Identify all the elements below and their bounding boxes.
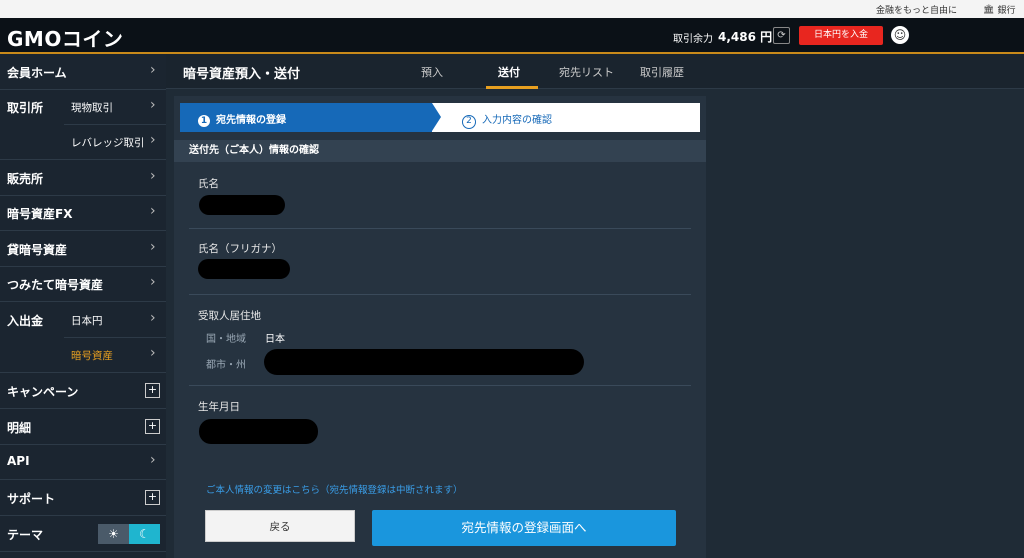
plus-icon: + xyxy=(145,419,160,434)
furigana-label: 氏名（フリガナ） xyxy=(198,243,282,255)
form-card: 1 宛先情報の登録 2 入力内容の確認 送付先（ご本人）情報の確認 氏名 氏名（フリ… xyxy=(174,96,706,558)
step-1-number: 1 xyxy=(198,115,210,127)
sidebar-item-details[interactable]: 明細 + xyxy=(0,409,166,445)
deposit-jpy-button[interactable]: 日本円を入金 xyxy=(799,26,883,45)
sidebar-subitem-leverage[interactable]: レバレッジ取引 xyxy=(71,135,145,150)
chevron-right-icon: › xyxy=(150,239,156,255)
bank-icon: 🏛 xyxy=(983,4,995,15)
sidebar-item-label: 明細 xyxy=(7,421,32,435)
page-title: 暗号資産預入・送付 xyxy=(183,67,301,82)
step-2-label: 入力内容の確認 xyxy=(482,115,552,126)
chevron-right-icon: › xyxy=(150,452,156,468)
sidebar-item-exchange[interactable]: 取引所 現物取引 › xyxy=(0,89,166,125)
name-value-redacted xyxy=(199,195,285,215)
sidebar-item-lending[interactable]: 貸暗号資産 › xyxy=(0,231,166,267)
divider xyxy=(189,385,691,386)
section-header: 送付先（ご本人）情報の確認 xyxy=(174,140,706,162)
sidebar: 会員ホーム › 取引所 現物取引 › レバレッジ取引 › 販売所 › 暗号資産F… xyxy=(0,54,166,558)
divider xyxy=(189,228,691,229)
bank-link[interactable]: 🏛 銀行 xyxy=(983,3,1016,17)
country-value: 日本 xyxy=(265,334,285,345)
main-header: 暗号資産預入・送付 預入 送付 宛先リスト 取引履歴 xyxy=(166,54,1024,89)
chevron-right-icon: › xyxy=(150,168,156,184)
chevron-right-icon: › xyxy=(150,62,156,78)
sidebar-item-label: 暗号資産FX xyxy=(7,207,73,221)
tagline: 金融をもっと自由に xyxy=(876,6,958,16)
sidebar-item-label: 取引所 xyxy=(7,101,44,115)
user-avatar-icon[interactable]: ☺ xyxy=(891,26,909,44)
sidebar-item-label: キャンペーン xyxy=(7,385,79,399)
section-title: 送付先（ご本人）情報の確認 xyxy=(189,145,319,156)
plus-icon: + xyxy=(145,490,160,505)
active-tab-indicator xyxy=(486,86,538,89)
chevron-right-icon: › xyxy=(150,274,156,290)
country-label: 国・地域 xyxy=(206,334,246,345)
sidebar-subitem-spot[interactable]: 現物取引 xyxy=(71,100,113,115)
header: GMOコイン 取引余力 4,486 円 ⟳ 日本円を入金 ☺ xyxy=(0,18,1024,54)
address-label: 受取人居住地 xyxy=(198,310,261,322)
dob-value-redacted xyxy=(199,419,318,444)
sidebar-item-label: サポート xyxy=(7,492,56,506)
chevron-right-icon: › xyxy=(150,203,156,219)
theme-toggle[interactable]: ☀ ☾ xyxy=(98,524,160,544)
sidebar-item-crypto[interactable]: 暗号資産 › xyxy=(0,337,166,373)
sidebar-item-label: 会員ホーム xyxy=(7,66,67,80)
sidebar-item-label: つみたて暗号資産 xyxy=(7,278,104,292)
sidebar-item-leverage[interactable]: レバレッジ取引 › xyxy=(0,124,166,160)
tab-history[interactable]: 取引履歴 xyxy=(640,64,684,80)
sidebar-item-member-home[interactable]: 会員ホーム › xyxy=(0,54,166,90)
sidebar-item-label: 貸暗号資産 xyxy=(7,243,68,257)
furigana-value-redacted xyxy=(198,259,290,279)
chevron-right-icon: › xyxy=(150,345,156,361)
sidebar-item-label: 入出金 xyxy=(7,314,44,328)
sidebar-item-crypto-fx[interactable]: 暗号資産FX › xyxy=(0,195,166,231)
sidebar-subitem-jpy[interactable]: 日本円 xyxy=(71,313,103,328)
step-1-label: 宛先情報の登録 xyxy=(216,115,286,126)
chevron-right-icon: › xyxy=(150,97,156,113)
step-2-number: 2 xyxy=(462,115,476,129)
balance-label: 取引余力 xyxy=(673,34,713,45)
proceed-button[interactable]: 宛先情報の登録画面へ xyxy=(372,510,676,546)
sidebar-item-sales[interactable]: 販売所 › xyxy=(0,160,166,196)
city-value-redacted xyxy=(264,349,584,375)
sidebar-item-tsumitate[interactable]: つみたて暗号資産 › xyxy=(0,266,166,302)
dob-label: 生年月日 xyxy=(198,401,240,413)
top-utility-bar: 金融をもっと自由に 🏛 銀行 xyxy=(0,0,1024,18)
logo-text: GMOコイン xyxy=(7,27,124,51)
sidebar-item-api[interactable]: API › xyxy=(0,444,166,480)
bank-label: 銀行 xyxy=(997,6,1016,16)
balance-value: 4,486 円 xyxy=(718,30,773,44)
chevron-right-icon: › xyxy=(150,132,156,148)
moon-icon[interactable]: ☾ xyxy=(129,524,160,544)
sidebar-item-theme: テーマ ☀ ☾ xyxy=(0,516,166,552)
change-info-link[interactable]: ご本人情報の変更はこちら（宛先情報登録は中断されます） xyxy=(206,482,463,496)
sidebar-item-label: テーマ xyxy=(7,528,44,542)
tab-send[interactable]: 送付 xyxy=(498,64,520,80)
sidebar-item-label: 販売所 xyxy=(7,172,44,186)
chevron-right-icon: › xyxy=(150,310,156,326)
tab-address-list[interactable]: 宛先リスト xyxy=(559,64,614,80)
divider xyxy=(189,294,691,295)
sidebar-item-support[interactable]: サポート + xyxy=(0,480,166,516)
sidebar-item-deposit-withdraw[interactable]: 入出金 日本円 › xyxy=(0,302,166,338)
back-button[interactable]: 戻る xyxy=(205,510,355,542)
sidebar-subitem-crypto[interactable]: 暗号資産 xyxy=(71,348,113,363)
plus-icon: + xyxy=(145,383,160,398)
sun-icon[interactable]: ☀ xyxy=(98,524,129,544)
step-indicator: 1 宛先情報の登録 2 入力内容の確認 xyxy=(180,103,700,132)
step-1: 1 宛先情報の登録 xyxy=(180,103,432,132)
tab-deposit[interactable]: 預入 xyxy=(421,64,443,80)
city-label: 都市・州 xyxy=(206,360,246,371)
logo[interactable]: GMOコイン xyxy=(7,23,123,52)
step-2: 2 入力内容の確認 xyxy=(462,111,552,129)
sidebar-item-label: API xyxy=(7,454,30,468)
step-arrow xyxy=(432,103,441,131)
name-label: 氏名 xyxy=(198,178,219,190)
sidebar-item-campaign[interactable]: キャンペーン + xyxy=(0,373,166,409)
refresh-icon[interactable]: ⟳ xyxy=(773,27,790,44)
